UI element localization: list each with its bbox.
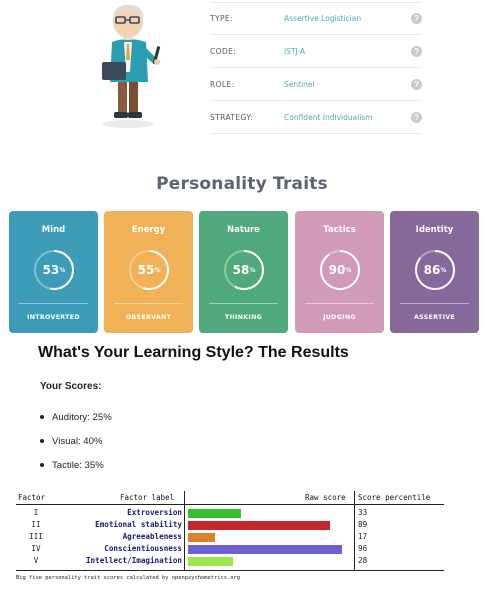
question-circle-icon[interactable]: ? (411, 45, 422, 57)
trait-percent: 86% (423, 263, 447, 277)
factor-number: V (33, 556, 39, 565)
learning-style-heading: What's Your Learning Style? The Results (38, 344, 349, 361)
trait-card-identity[interactable]: Identity 86% ASSERTIVE (390, 211, 479, 333)
factor-label: Conscientiousness (104, 544, 182, 553)
profile-row-strategy: STRATEGY: Confident Individualism ? (210, 101, 422, 134)
table-row: III Agreeableness 17 (16, 532, 444, 543)
trait-card-title: Tactics (323, 225, 356, 235)
profile-value-link[interactable]: Confident Individualism (284, 113, 411, 122)
trait-result: INTROVERTED (27, 314, 80, 321)
trait-percent: 90% (328, 263, 352, 277)
question-circle-icon[interactable]: ? (411, 13, 422, 24)
trait-card-title: Nature (227, 225, 260, 235)
profile-label: CODE: (210, 46, 237, 56)
factor-label: Emotional stability (95, 520, 182, 529)
table-row: V Intellect/Imagination 28 (16, 556, 444, 567)
score-percentile: 96 (358, 544, 368, 553)
card-divider (305, 303, 374, 304)
question-circle-icon[interactable]: ? (411, 111, 422, 123)
factor-label: Intellect/Imagination (85, 556, 182, 565)
factor-number: II (31, 520, 41, 529)
score-bar (188, 509, 241, 518)
personality-traits-heading: Personality Traits (156, 174, 328, 194)
profile-row-type: TYPE: Assertive Logistician ? (210, 2, 422, 35)
table-header: Factor Factor label Raw score Score perc… (16, 491, 444, 504)
trait-result: JUDGING (323, 314, 356, 321)
trait-percent: 55% (137, 263, 161, 277)
trait-percent: 58% (232, 263, 256, 277)
score-bar (188, 521, 331, 530)
profile-label: STRATEGY: (210, 112, 254, 122)
score-percentile: 17 (358, 532, 368, 541)
column-header-factor: Factor (18, 493, 46, 502)
profile-row-role: ROLE: Sentinel ? (210, 68, 422, 101)
score-percentile: 89 (358, 520, 368, 529)
score-percentile: 33 (358, 508, 368, 517)
trait-result: ASSERTIVE (413, 314, 456, 321)
score-bar (188, 545, 342, 554)
score-text: Tactile: 35% (52, 459, 104, 471)
trait-card-tactics[interactable]: Tactics 90% JUDGING (295, 211, 384, 333)
card-divider (400, 303, 469, 304)
score-bar (188, 557, 233, 566)
trait-card-mind[interactable]: Mind 53% INTROVERTED (9, 211, 98, 333)
profile-row-code: CODE: ISTJ-A ? (210, 35, 422, 68)
trait-percent: 53% (42, 263, 66, 277)
card-divider (114, 303, 183, 304)
list-item: Tactile: 35% (40, 453, 112, 477)
list-item: Auditory: 25% (40, 405, 112, 429)
profile-value-link[interactable]: Assertive Logistician (284, 14, 411, 23)
trait-card-title: Identity (415, 225, 454, 235)
factor-number: IV (31, 544, 41, 553)
bullet-icon (40, 463, 44, 467)
profile-label: TYPE: (210, 14, 233, 23)
learning-scores-list: Auditory: 25% Visual: 40% Tactile: 35% (40, 405, 112, 477)
profile-value-link[interactable]: Sentinel (284, 80, 411, 89)
trait-card-title: Energy (131, 225, 166, 235)
table-row: IV Conscientiousness 96 (16, 544, 444, 555)
trait-card-title: Mind (41, 225, 66, 235)
score-percentile: 28 (358, 556, 368, 565)
big-five-scores-table: Factor Factor label Raw score Score perc… (16, 491, 444, 581)
card-divider (209, 303, 278, 304)
column-header-label: Factor label (120, 493, 175, 502)
column-header-percentile: Score percentile (358, 493, 431, 502)
table-row: II Emotional stability 89 (16, 520, 444, 531)
trait-result: OBSERVANT (125, 314, 172, 321)
list-item: Visual: 40% (40, 429, 112, 453)
factor-number: I (33, 508, 39, 517)
card-divider (19, 303, 88, 304)
bullet-icon (40, 439, 44, 443)
table-rule (16, 504, 444, 505)
profile-info-table: TYPE: Assertive Logistician ? CODE: ISTJ… (210, 2, 422, 134)
bullet-icon (40, 415, 44, 419)
your-scores-label: Your Scores: (40, 381, 102, 392)
table-rule (16, 570, 444, 571)
profile-label: ROLE: (210, 79, 235, 89)
trait-result: THINKING (224, 314, 263, 321)
score-bar (188, 533, 216, 542)
score-text: Visual: 40% (52, 435, 103, 447)
trait-card-nature[interactable]: Nature 58% THINKING (199, 211, 288, 333)
factor-label: Extroversion (127, 508, 182, 517)
trait-cards: Mind 53% INTROVERTED Energy 55% OBSERVAN… (9, 211, 481, 334)
logistician-avatar-illustration (102, 4, 161, 128)
score-text: Auditory: 25% (52, 411, 112, 423)
question-circle-icon[interactable]: ? (411, 78, 422, 90)
factor-label: Agreeableness (122, 532, 182, 541)
table-row: I Extroversion 33 (16, 508, 444, 519)
factor-number: III (29, 532, 43, 541)
table-footnote: Big five personality trait scores calcul… (16, 575, 240, 581)
trait-card-energy[interactable]: Energy 55% OBSERVANT (104, 211, 193, 333)
column-header-raw: Raw score (305, 493, 346, 502)
profile-value-link[interactable]: ISTJ-A (284, 47, 411, 56)
